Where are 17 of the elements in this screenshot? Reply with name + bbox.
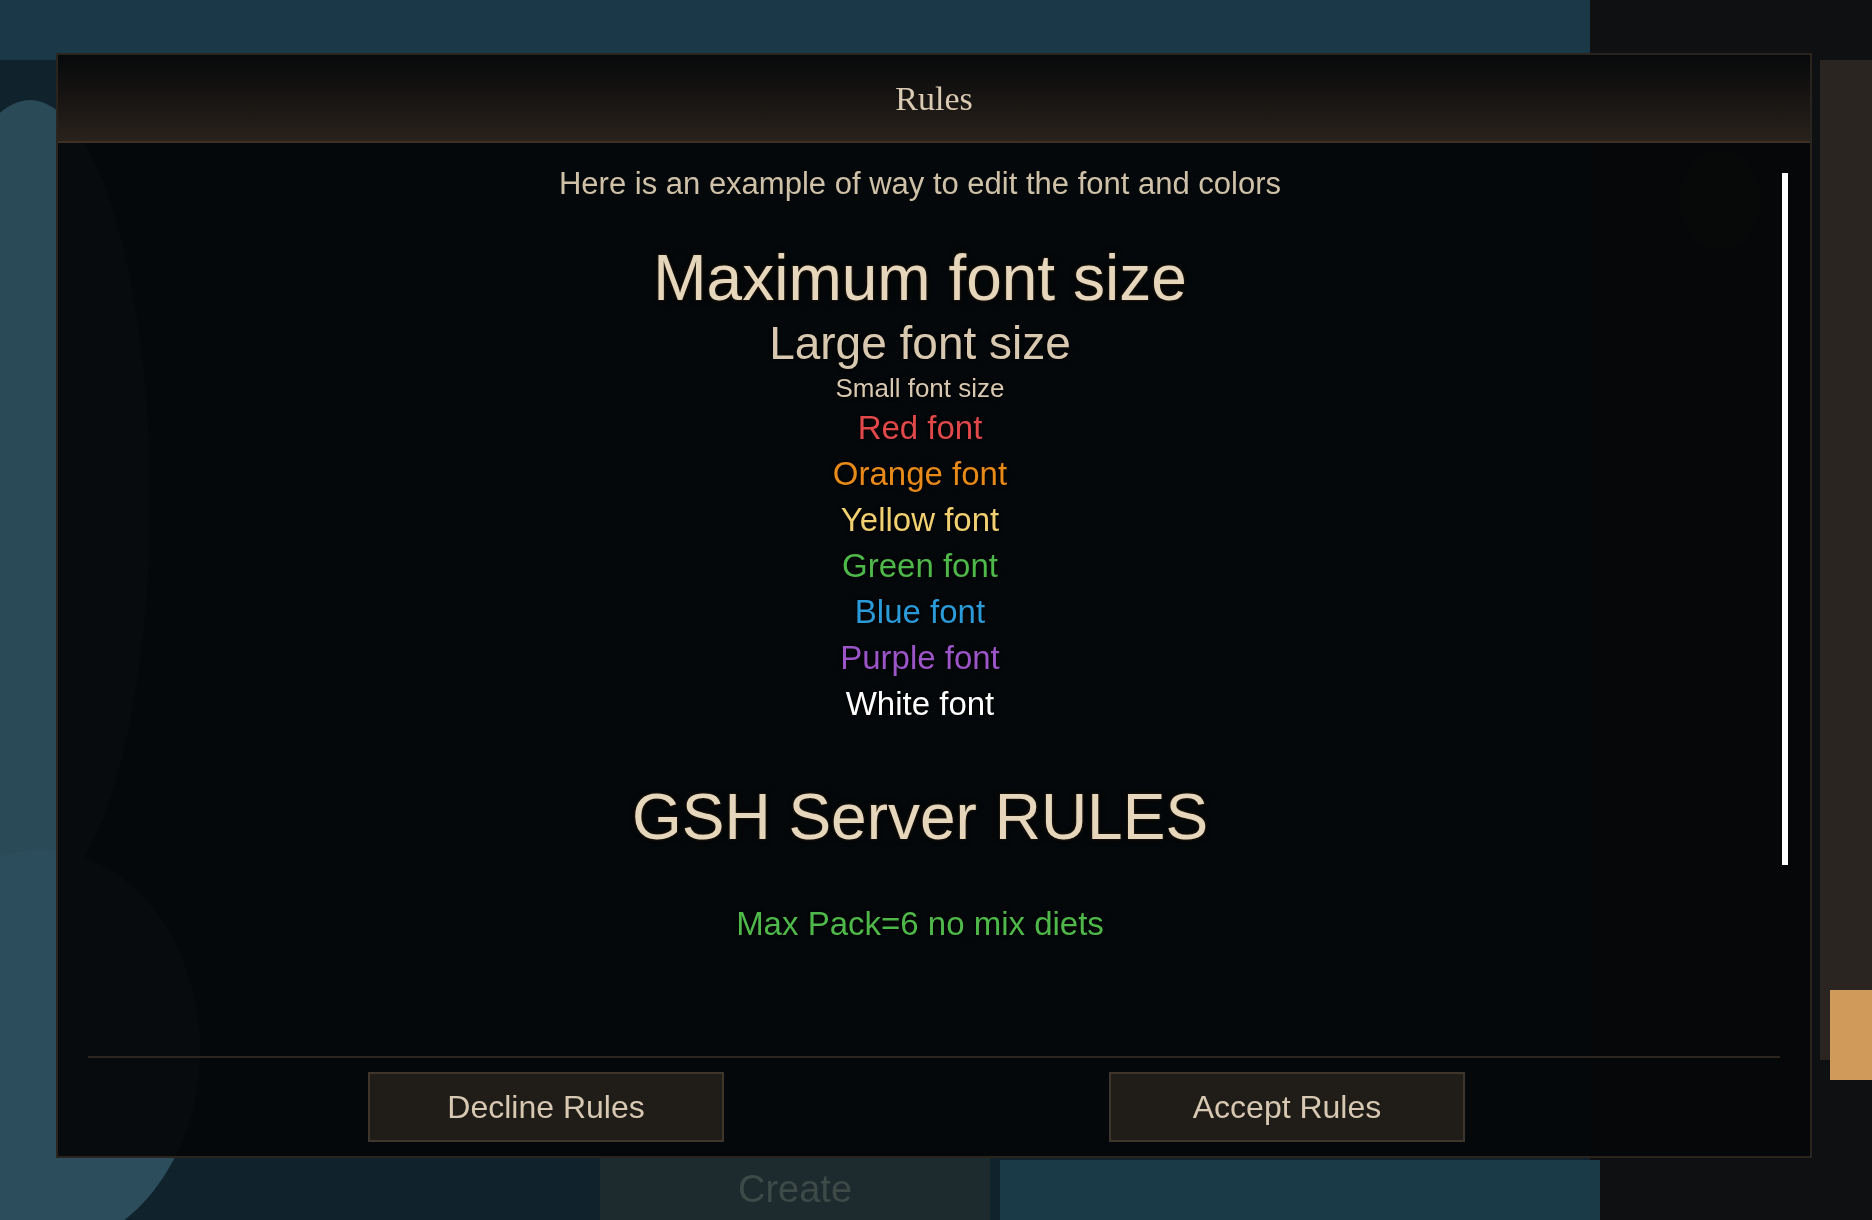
rule-text: Small font size	[835, 373, 1005, 405]
rule-text: Orange font	[832, 453, 1008, 494]
scrollbar-thumb[interactable]	[1782, 173, 1788, 865]
rule-text: Max Pack=6 no mix diets	[736, 904, 1104, 945]
rule-text: Red font	[857, 407, 983, 448]
rule-text: Blue font	[854, 591, 986, 632]
rule-text: Yellow font	[840, 499, 1000, 540]
intro-text: Here is an example of way to edit the font and colors	[559, 165, 1281, 203]
decline-button[interactable]: Decline Rules	[368, 1072, 724, 1142]
heading-text: GSH Server RULES	[631, 779, 1209, 855]
rule-text: Green font	[842, 545, 998, 586]
rule-text: Large font size	[769, 316, 1071, 372]
rule-text: Purple font	[840, 637, 1000, 678]
heading-text: Maximum font size	[653, 240, 1187, 316]
accept-button[interactable]: Accept Rules	[1109, 1072, 1465, 1142]
dialog-title: Rules	[895, 78, 973, 119]
rule-text: White font	[845, 683, 995, 724]
